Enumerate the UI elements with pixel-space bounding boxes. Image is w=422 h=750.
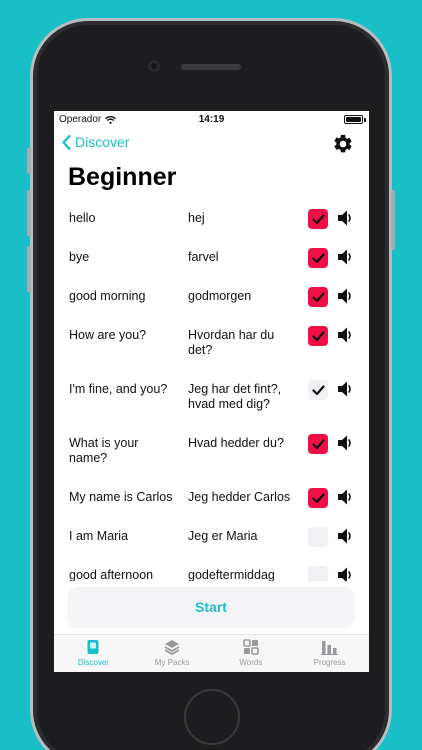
- speaker-icon[interactable]: [337, 287, 353, 305]
- word-text: How are you?: [69, 328, 147, 342]
- speaker-icon[interactable]: [337, 527, 353, 545]
- word-text: I'm fine, and you?: [69, 382, 168, 396]
- translation-text: farvel: [188, 250, 219, 264]
- home-button[interactable]: [184, 689, 240, 745]
- list-item: hello hej: [54, 199, 369, 238]
- tab-discover[interactable]: Discover: [54, 635, 133, 672]
- list-item: bye farvel: [54, 238, 369, 277]
- book-icon: [87, 640, 99, 654]
- gear-icon[interactable]: [332, 133, 354, 155]
- status-time: 14:19: [198, 114, 225, 125]
- status-bar: Operador 14:19: [54, 111, 369, 127]
- checkmark-icon: [311, 291, 325, 302]
- earpiece: [181, 64, 241, 70]
- battery-tip: [364, 118, 366, 122]
- checkmark-icon: [311, 438, 325, 449]
- checkmark-icon: [311, 213, 325, 224]
- start-button[interactable]: Start: [68, 587, 354, 627]
- mute-switch: [27, 148, 31, 174]
- list-item: My name is Carlos Jeg hedder Carlos: [54, 478, 369, 517]
- list-item: What is your name? Hvad hedder du?: [54, 424, 369, 478]
- page-title: Beginner: [68, 163, 177, 191]
- checkmark-icon: [311, 330, 325, 341]
- learned-checkbox[interactable]: [308, 248, 328, 268]
- learned-checkbox[interactable]: [308, 287, 328, 307]
- learned-checkbox[interactable]: [308, 434, 328, 454]
- tab-words[interactable]: Words: [212, 635, 291, 672]
- speaker-icon[interactable]: [337, 248, 353, 266]
- list-item: How are you? Hvordan har du det?: [54, 316, 369, 370]
- list-item: good morning godmorgen: [54, 277, 369, 316]
- speaker-icon[interactable]: [337, 434, 353, 452]
- speaker-icon[interactable]: [337, 380, 353, 398]
- checkmark-icon: [311, 384, 325, 395]
- checkmark-icon: [311, 252, 325, 263]
- word-text: good morning: [69, 289, 146, 303]
- translation-text: Jeg har det fint?, hvad med dig?: [188, 382, 282, 411]
- word-text: hello: [69, 211, 96, 225]
- list-item: I am Maria Jeg er Maria: [54, 517, 369, 556]
- translation-text: godmorgen: [188, 289, 252, 303]
- speaker-icon[interactable]: [337, 488, 353, 506]
- app-screen: Operador 14:19 Discover Beginner hello he…: [54, 111, 369, 672]
- back-label: Discover: [75, 134, 130, 150]
- tab-label: Progress: [313, 658, 346, 667]
- tab-progress[interactable]: Progress: [290, 635, 369, 672]
- grid-icon: [243, 639, 259, 655]
- translation-text: Jeg hedder Carlos: [188, 490, 291, 504]
- word-text: bye: [69, 250, 90, 264]
- power-button: [391, 190, 395, 250]
- list-item: I'm fine, and you? Jeg har det fint?, hva…: [54, 370, 369, 424]
- translation-text: Jeg er Maria: [188, 529, 258, 543]
- translation-text: Hvordan har du det?: [188, 328, 275, 357]
- tab-label: My Packs: [154, 658, 190, 667]
- word-list: hello hej bye farvel good morning godmorgen Ho…: [54, 199, 369, 595]
- tab-label: Discover: [77, 658, 109, 667]
- word-text: My name is Carlos: [69, 490, 173, 504]
- word-text: What is your name?: [69, 436, 139, 465]
- learned-checkbox[interactable]: [308, 326, 328, 346]
- tab-bar: Discover My Packs Words Progress: [54, 634, 369, 672]
- learned-checkbox[interactable]: [308, 488, 328, 508]
- speaker-icon[interactable]: [337, 326, 353, 344]
- learned-checkbox[interactable]: [308, 527, 328, 547]
- back-button[interactable]: Discover: [62, 134, 129, 150]
- tab-label: Words: [239, 658, 263, 667]
- learned-checkbox[interactable]: [308, 380, 328, 400]
- start-container: Start: [54, 581, 369, 639]
- battery-icon: [344, 115, 363, 124]
- translation-text: hej: [188, 211, 205, 225]
- tab-my-packs[interactable]: My Packs: [133, 635, 212, 672]
- layers-icon: [164, 640, 180, 655]
- chevron-left-icon: [62, 134, 71, 150]
- learned-checkbox[interactable]: [308, 209, 328, 229]
- volume-up-button: [27, 190, 31, 236]
- translation-text: Hvad hedder du?: [188, 436, 284, 450]
- front-camera: [148, 60, 160, 72]
- speaker-icon[interactable]: [337, 209, 353, 227]
- bar-chart-icon: [321, 641, 339, 655]
- volume-down-button: [27, 246, 31, 292]
- navigation-bar: Discover: [54, 131, 369, 159]
- checkmark-icon: [311, 492, 325, 503]
- word-text: I am Maria: [69, 529, 129, 543]
